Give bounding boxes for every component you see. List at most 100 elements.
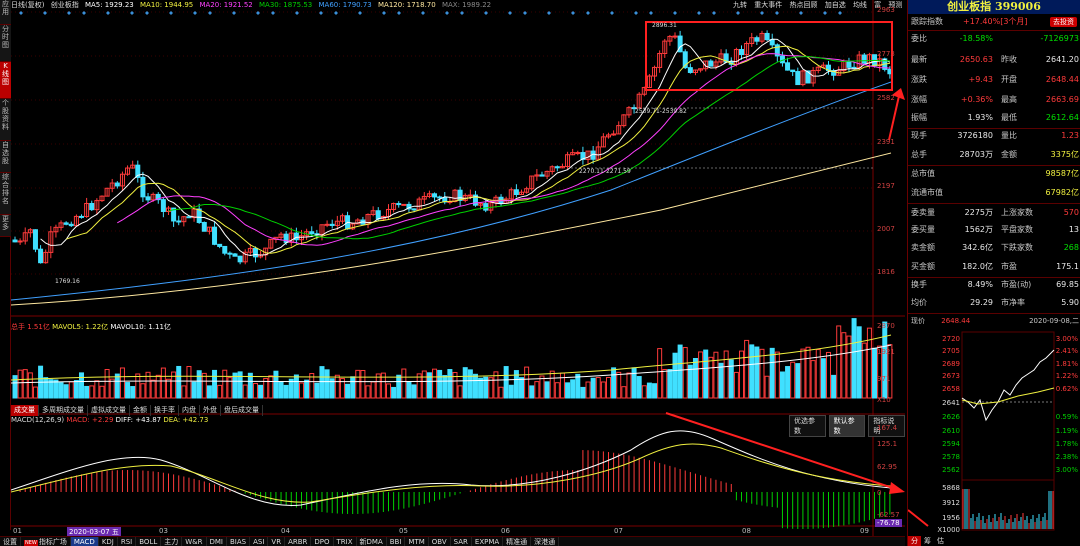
tab-inner[interactable]: 内盘 <box>179 405 200 416</box>
volume-bar <box>836 325 842 399</box>
volume-bar <box>345 383 351 399</box>
volume-bar <box>698 351 704 399</box>
tab-outer[interactable]: 外盘 <box>200 405 221 416</box>
event-marker <box>838 11 842 15</box>
indicator-tab-dma15[interactable]: 新DMA <box>357 537 387 546</box>
left-tab-1[interactable]: 分时图 <box>0 25 11 62</box>
indicator-tab-macd2[interactable]: MACD <box>70 537 99 546</box>
ma30-value: MA30: 1875.53 <box>258 1 313 9</box>
tab-volume[interactable]: 成交量 <box>11 405 39 416</box>
indicator-tab-bbi16[interactable]: BBI <box>387 537 406 546</box>
tab-amount[interactable]: 金额 <box>130 405 151 416</box>
candle-body <box>401 203 407 206</box>
volume-bar <box>304 379 310 399</box>
indicator-tab-boll5[interactable]: BOLL <box>136 537 162 546</box>
volume-bar <box>206 385 212 399</box>
indicator-tab-dpo13[interactable]: DPO <box>311 537 334 546</box>
optimal-params-button[interactable]: 优选参数 <box>789 415 826 437</box>
left-tab-4[interactable]: 自选股 <box>0 141 11 173</box>
macd-axis-label: 0 <box>877 489 882 497</box>
mini-tab-time[interactable]: 分 <box>908 536 921 546</box>
toolbar-events[interactable]: 重大事件 <box>754 1 782 9</box>
x-axis-label: 06 <box>501 527 510 535</box>
tab-multi-period-volume[interactable]: 多周期成交量 <box>39 405 88 416</box>
volume-bar <box>605 376 611 399</box>
period-label[interactable]: 日线(复权) <box>11 1 44 9</box>
indicator-tab-asi10[interactable]: ASI <box>250 537 269 546</box>
kline-chart-svg[interactable] <box>11 0 905 536</box>
candle-body <box>851 66 857 69</box>
indicator-tab-wr7[interactable]: W&R <box>182 537 207 546</box>
volume-bar <box>201 372 207 399</box>
kline-chart-area[interactable]: 日线(复权) 创业板指 MA5: 1929.23 MA10: 1944.95 M… <box>11 0 906 537</box>
price-axis-label: 2582 <box>877 94 895 102</box>
ma10-value: MA10: 1944.95 <box>139 1 194 9</box>
event-marker <box>382 11 386 15</box>
mini-axis-label-left: 2594 <box>942 440 960 448</box>
indicator-tab-0[interactable]: 设置 <box>0 537 21 546</box>
event-marker <box>145 11 149 15</box>
indicator-tab-expma20[interactable]: EXPMA <box>472 537 504 546</box>
event-marker <box>82 11 86 15</box>
volume-bar <box>575 373 581 399</box>
volume-bar <box>268 375 274 399</box>
candle-body <box>222 245 228 254</box>
indicator-tab-21[interactable]: 精准通 <box>503 537 532 546</box>
left-tab-6[interactable]: 更多 <box>0 215 11 237</box>
toolbar-jiuzhuan[interactable]: 九转 <box>733 1 747 9</box>
default-params-button[interactable]: 默认参数 <box>828 415 866 437</box>
indicator-tab-rsi4[interactable]: RSI <box>118 537 137 546</box>
mini-axis-label-right: 1.22% <box>1056 372 1079 380</box>
indicator-tab-dmi8[interactable]: DMI <box>207 537 227 546</box>
event-marker <box>634 11 638 15</box>
indicator-tab-arbr12[interactable]: ARBR <box>285 537 312 546</box>
indicator-tab-6[interactable]: 主力 <box>161 537 183 546</box>
candle-body <box>293 232 299 241</box>
indicator-tab-22[interactable]: 深港通 <box>531 537 560 546</box>
mini-axis-label-left: 3912 <box>942 499 960 507</box>
volume-bar <box>708 356 714 399</box>
indicator-tab-obv18[interactable]: OBV <box>429 537 451 546</box>
tab-virtual-volume[interactable]: 虚拟成交量 <box>88 405 130 416</box>
volume-bar <box>652 383 658 399</box>
indicator-tab-vr11[interactable]: VR <box>268 537 286 546</box>
tab-turnover[interactable]: 换手率 <box>151 405 179 416</box>
toolbar-ma[interactable]: 均线 <box>853 1 867 9</box>
mini-tab-chips[interactable]: 筹 <box>921 536 934 546</box>
left-tab-0[interactable]: 应用 <box>0 0 11 25</box>
candle-body <box>12 239 18 243</box>
volume-bar <box>432 368 438 399</box>
volume-bar <box>457 385 463 399</box>
quote-row: 委买量 1562万 平盘家数 13 <box>911 222 1079 238</box>
tab-after-hours[interactable]: 盘后成交量 <box>221 405 263 416</box>
intraday-mini-chart[interactable]: 2720 2705 2689 2673 2658 2641 2626 2610 2594 2578… <box>908 330 1080 536</box>
mini-axis-label-left: 1956 <box>942 514 960 522</box>
indicator-tab-trix14[interactable]: TRIX <box>334 537 357 546</box>
volume-bar <box>237 371 243 399</box>
invest-button[interactable]: 去投资 <box>1050 17 1077 27</box>
volume-bar <box>631 367 637 399</box>
indicator-tab-sar19[interactable]: SAR <box>451 537 472 546</box>
volume-bar <box>646 382 652 399</box>
candle-body <box>252 247 258 258</box>
left-tab-5[interactable]: 综合排名 <box>0 173 11 215</box>
indicator-tab-kdj3[interactable]: KDJ <box>99 537 118 546</box>
mini-axis-label-right: 1.81% <box>1056 360 1079 368</box>
left-tab-3[interactable]: 个股资料 <box>0 99 11 141</box>
x-axis-label: 09 <box>860 527 869 535</box>
event-marker <box>106 11 110 15</box>
indicator-tab-1[interactable]: NEW 指标广场 <box>21 537 71 546</box>
toolbar-add-watchlist[interactable]: 加自选 <box>825 1 846 9</box>
volume-bar <box>672 352 678 399</box>
mini-tabs: 分 筹 估 <box>908 536 947 546</box>
toolbar-hot-review[interactable]: 热点回顾 <box>789 1 817 9</box>
volume-bar <box>27 372 33 399</box>
mini-tab-valuation[interactable]: 估 <box>934 536 947 546</box>
volume-bar <box>779 371 785 399</box>
high-annotation: 2896.31 <box>652 22 677 29</box>
quote-row: 总手 28703万 金额 3375亿 <box>911 147 1079 163</box>
indicator-tab-bias9[interactable]: BIAS <box>227 537 251 546</box>
indicator-tab-mtm17[interactable]: MTM <box>405 537 429 546</box>
left-tab-2[interactable]: K线图 <box>0 62 11 99</box>
quote-row: 均价 29.29 市净率 5.90 <box>911 295 1079 311</box>
